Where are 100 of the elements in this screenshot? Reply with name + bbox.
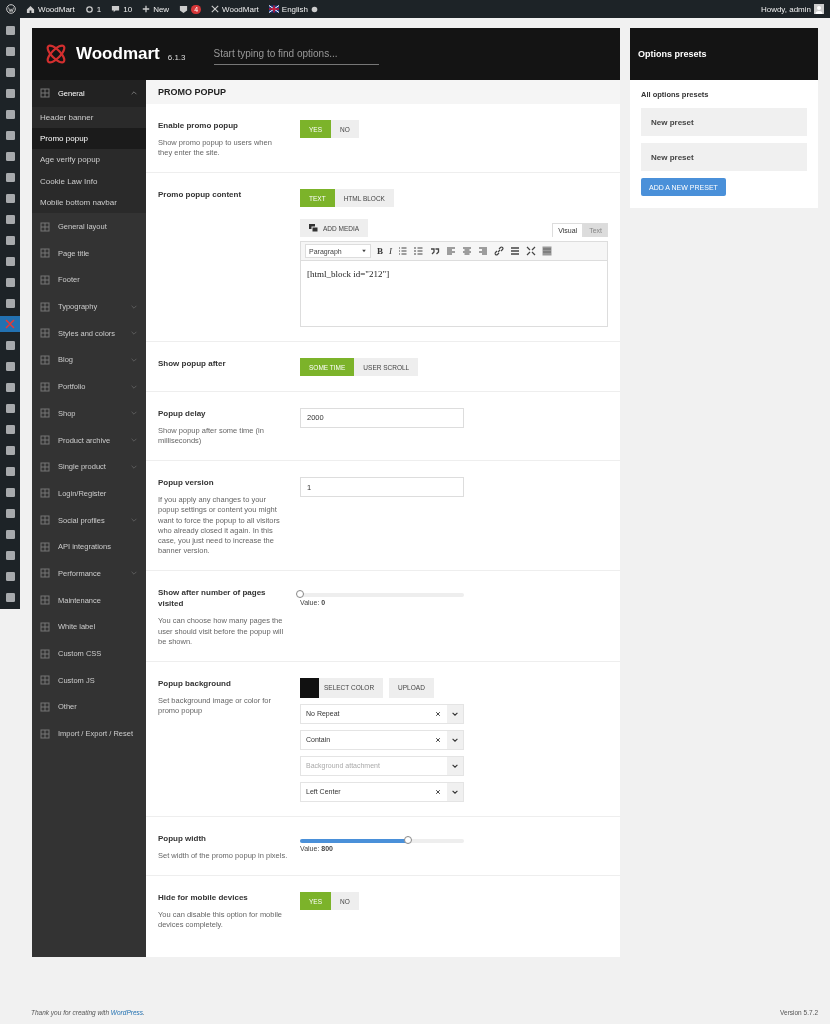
sidebar-subitem[interactable]: Cookie Law Info [32,170,146,192]
clear-icon [435,788,441,795]
grid-icon [40,728,50,739]
grid-icon [40,381,50,392]
language-link[interactable]: English [281,4,309,14]
slider-track[interactable] [300,838,464,843]
sidebar-subitem[interactable]: Promo popup [32,128,146,150]
woodmart-logo-text: Woodmart [76,44,160,64]
option-title: Show popup after [158,358,227,370]
grid-icon [40,595,50,606]
preset-item[interactable]: New preset [641,143,807,171]
square-icon [5,529,15,539]
grid-icon [40,248,50,259]
option-title: Promo popup content [158,189,243,201]
square-icon [5,235,15,245]
link-icon [494,246,504,257]
square-icon [5,571,15,581]
align-right-icon [478,246,488,257]
option-title: Popup version [158,477,215,489]
chevron-toggle[interactable] [130,409,138,418]
caret-icon [361,248,367,255]
chevron-down-icon [130,409,138,418]
chevron-down-icon [130,516,138,525]
cross-icon [211,5,220,13]
grid-icon [40,488,50,499]
refresh-icon [84,4,94,14]
comments-count[interactable]: 10 [123,4,133,14]
comment-icon [111,4,121,14]
grid-icon [40,701,50,712]
fullscreen-icon [526,246,536,257]
media-icon [309,223,319,234]
grid-icon [40,621,50,632]
sidebar-subitem[interactable]: Header banner [32,106,146,128]
flag-icon [268,4,279,14]
grid-icon [40,461,50,472]
square-icon [5,403,15,413]
italic-button[interactable]: I [389,246,392,257]
grid-icon [40,515,50,526]
version-label: 6.1.3 [167,52,186,62]
site-name-link[interactable]: WoodMart [38,4,75,14]
grid-icon [40,274,50,285]
square-icon [5,340,15,350]
square-icon [5,508,15,518]
align-left-icon [446,246,456,257]
chevron-down-icon [130,569,138,578]
updates-count[interactable]: 1 [96,4,102,14]
option-title: Enable promo popup [158,120,239,132]
slider-thumb[interactable] [404,835,413,844]
grid-icon [40,568,50,579]
square-icon [5,445,15,455]
help-icon [311,5,319,13]
square-icon [5,172,15,182]
bold-button[interactable]: B [377,246,383,257]
numbered-list-icon [414,246,424,257]
square-icon [5,109,15,119]
sidebar-subitem[interactable]: Age verify popup [32,149,146,171]
preset-item[interactable]: New preset [641,108,807,136]
slider-thumb[interactable] [296,590,304,598]
cross-icon [5,319,15,329]
section-title: PROMO POPUP [146,80,620,104]
square-icon [5,277,15,287]
quote-icon [430,246,440,257]
grid-icon [40,435,50,445]
chevron-toggle[interactable] [130,436,138,444]
square-icon [5,88,15,98]
option-title: Show after number of pages visited [158,587,267,610]
option-title: Hide for mobile devices [158,892,249,904]
chevron-down-icon [130,329,138,338]
sidebar-subitem[interactable]: Mobile bottom navbar [32,191,146,214]
grid-icon [40,328,50,339]
greeting-link[interactable]: Howdy, admin [760,4,811,14]
woodmart-link[interactable]: WoodMart [222,4,259,14]
options-search-field[interactable]: Start typing to find options... [213,43,379,65]
chevron-toggle[interactable] [130,516,138,525]
square-icon [5,382,15,392]
square-icon [5,130,15,140]
square-icon [5,361,15,371]
wordpress-logo-icon [6,4,16,14]
chevron-toggle[interactable] [130,329,138,338]
square-icon [5,193,15,203]
editor-content[interactable]: [html_block id="212"] [300,261,608,328]
square-icon [5,151,15,161]
clear-icon [435,710,441,717]
grid-icon [40,648,50,659]
chevron-toggle[interactable] [130,569,138,578]
grid-icon [40,354,50,365]
grid-icon [40,541,50,552]
option-title: Popup background [158,677,232,689]
option-title: Popup width [158,832,207,844]
new-link[interactable]: New [153,4,170,14]
horizontal-line-icon [510,246,520,257]
presets-title: Options presets [630,28,818,80]
grid-icon [40,301,50,312]
grid-icon [40,221,50,232]
align-center-icon [462,246,472,257]
square-icon [5,550,15,560]
grid-icon [40,88,50,99]
home-icon [26,4,35,14]
chevron-down-icon [130,436,138,444]
square-icon [5,487,15,497]
